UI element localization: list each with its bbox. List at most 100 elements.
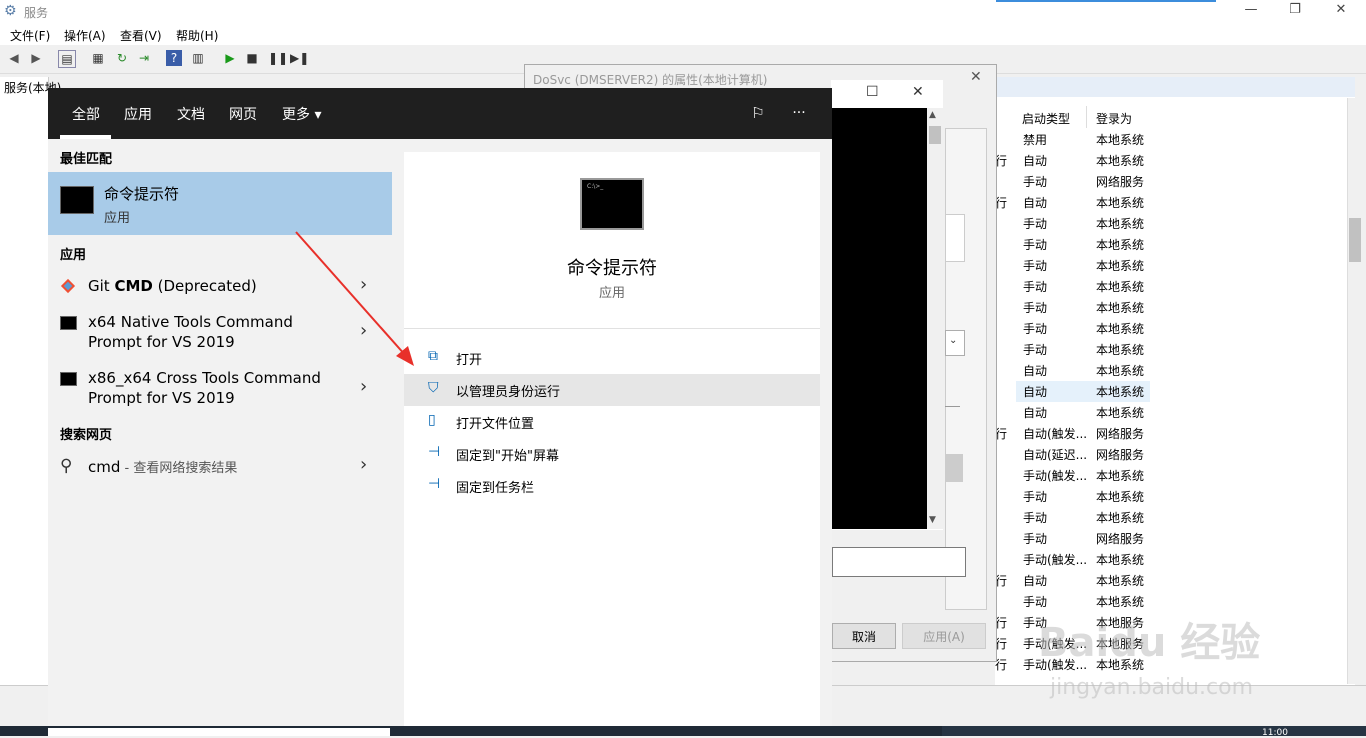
console-body[interactable]	[831, 108, 927, 529]
service-logon-as: 本地系统	[1096, 217, 1145, 231]
service-startup-type: 手动	[1023, 301, 1048, 315]
service-logon-as: 本地系统	[1096, 154, 1145, 168]
console-scrollbar[interactable]	[927, 108, 943, 529]
properties-close-icon[interactable]: ✕	[970, 69, 982, 85]
restore-icon[interactable]: ❐	[1280, 2, 1310, 22]
scroll-down-icon[interactable]: ▼	[929, 515, 936, 525]
app-result-x86-line2: Prompt for VS 2019	[88, 389, 235, 407]
service-startup-type: 自动	[1023, 364, 1048, 378]
export-icon[interactable]: ⇥	[136, 50, 152, 66]
menu-view[interactable]: 查看(V)	[120, 27, 162, 44]
more-options-icon[interactable]: ···	[787, 101, 811, 125]
chevron-right-icon[interactable]: ›	[360, 320, 367, 341]
action-pin-to-taskbar-label: 固定到任务栏	[456, 481, 535, 496]
taskbar-search-box[interactable]	[48, 728, 390, 736]
service-startup-type: 手动	[1023, 532, 1048, 546]
tab-more-label: 更多	[282, 107, 310, 123]
services-scrollbar[interactable]	[1347, 98, 1365, 684]
service-logon-as: 本地系统	[1096, 511, 1145, 525]
stop-service-icon[interactable]: ■	[244, 50, 260, 66]
column-logon-as[interactable]: 登录为	[1096, 110, 1132, 127]
chevron-down-icon: ▾	[314, 107, 322, 123]
start-parameters-field[interactable]	[832, 547, 966, 577]
column-startup-type[interactable]: 启动类型	[1022, 110, 1070, 127]
properties-icon[interactable]: ▦	[90, 50, 106, 66]
services-titlebar: ⚙ 服务 — ❐ ✕	[0, 0, 1366, 24]
web-search-query: cmd - 查看网络搜索结果	[88, 457, 237, 476]
forward-icon[interactable]: ▶	[28, 50, 44, 66]
scroll-up-icon[interactable]: ▲	[929, 110, 936, 120]
help-icon[interactable]: ?	[166, 50, 182, 66]
web-query-suffix: - 查看网络搜索结果	[120, 461, 238, 476]
chevron-right-icon[interactable]: ›	[360, 274, 367, 295]
detail-type: 应用	[598, 286, 625, 301]
action-run-as-admin-label: 以管理员身份运行	[456, 385, 561, 400]
service-startup-type: 自动	[1023, 154, 1048, 168]
pause-service-icon[interactable]: ❚❚	[268, 50, 288, 66]
startup-type-combo[interactable]: ⌄	[945, 330, 965, 356]
console-scroll-thumb[interactable]	[929, 126, 941, 144]
service-startup-type: 手动	[1023, 217, 1048, 231]
app-result-x86-line1: x86_x64 Cross Tools Command	[88, 369, 321, 387]
service-startup-type: 手动	[1023, 259, 1048, 273]
tab-all[interactable]: 全部	[72, 104, 100, 124]
restart-service-icon[interactable]: ▶❚	[290, 50, 309, 66]
service-startup-type: 自动(触发...	[1023, 427, 1088, 441]
best-match-heading: 最佳匹配	[60, 152, 113, 167]
services-window-title: 服务	[24, 6, 49, 20]
service-startup-type: 禁用	[1023, 133, 1048, 147]
menu-help[interactable]: 帮助(H)	[176, 27, 218, 44]
console-close-icon[interactable]: ✕	[912, 84, 924, 100]
feedback-icon[interactable]: ⚐	[746, 101, 770, 125]
file-location-icon: ▯	[428, 412, 436, 428]
tab-documents[interactable]: 文档	[177, 104, 205, 124]
web-search-heading: 搜索网页	[60, 428, 113, 443]
refresh-icon[interactable]: ↻	[114, 50, 130, 66]
console-tree-icon[interactable]: ▤	[58, 50, 76, 68]
app-result-x64-line1: x64 Native Tools Command	[88, 313, 293, 331]
service-logon-as: 本地系统	[1096, 133, 1145, 147]
tab-more[interactable]: 更多 ▾	[282, 104, 321, 124]
service-startup-type: 自动	[1023, 406, 1048, 420]
service-startup-type: 手动	[1023, 511, 1048, 525]
menu-action[interactable]: 操作(A)	[64, 27, 106, 44]
service-logon-as: 网络服务	[1096, 448, 1145, 462]
git-icon	[60, 278, 76, 294]
chevron-down-icon: ⌄	[949, 335, 958, 346]
action-pin-to-start-label: 固定到"开始"屏幕	[456, 449, 559, 464]
service-logon-as: 网络服务	[1096, 175, 1145, 189]
chevron-right-icon[interactable]: ›	[360, 454, 367, 475]
action-open-file-location-label: 打开文件位置	[456, 417, 535, 432]
service-startup-type: 手动(触发...	[1023, 469, 1088, 483]
apply-button[interactable]: 应用(A)	[902, 623, 986, 649]
best-match-type: 应用	[104, 211, 131, 226]
minimize-icon[interactable]: —	[1236, 2, 1266, 22]
service-logon-as: 网络服务	[1096, 427, 1145, 441]
maximize-icon[interactable]: ☐	[866, 84, 879, 100]
services-scroll-thumb[interactable]	[1349, 218, 1361, 262]
close-icon[interactable]: ✕	[1326, 2, 1356, 22]
service-startup-type: 手动	[1023, 322, 1048, 336]
service-logon-as: 网络服务	[1096, 532, 1145, 546]
action-pane-icon[interactable]: ▥	[190, 50, 206, 66]
chevron-right-icon[interactable]: ›	[360, 376, 367, 397]
start-service-icon[interactable]: ▶	[222, 50, 238, 66]
service-logon-as: 本地系统	[1096, 490, 1145, 504]
title-accent-bar	[996, 0, 1216, 2]
services-gear-icon: ⚙	[4, 3, 17, 19]
back-icon[interactable]: ◀	[6, 50, 22, 66]
best-match-item[interactable]	[48, 172, 392, 235]
service-startup-type: 手动	[1023, 280, 1048, 294]
tab-web[interactable]: 网页	[229, 104, 257, 124]
search-tabs-bar	[48, 88, 832, 139]
tab-apps[interactable]: 应用	[124, 104, 152, 124]
service-logon-as: 本地系统	[1096, 322, 1145, 336]
watermark-logo: Baidu 经验	[1038, 620, 1261, 666]
cmd-icon	[60, 372, 77, 386]
console-titlebar	[831, 80, 943, 108]
menu-file[interactable]: 文件(F)	[10, 27, 50, 44]
pin-icon: ⊣	[428, 476, 441, 492]
cancel-button[interactable]: 取消	[832, 623, 896, 649]
service-logon-as: 本地系统	[1096, 469, 1145, 483]
service-logon-as: 本地系统	[1096, 301, 1145, 315]
